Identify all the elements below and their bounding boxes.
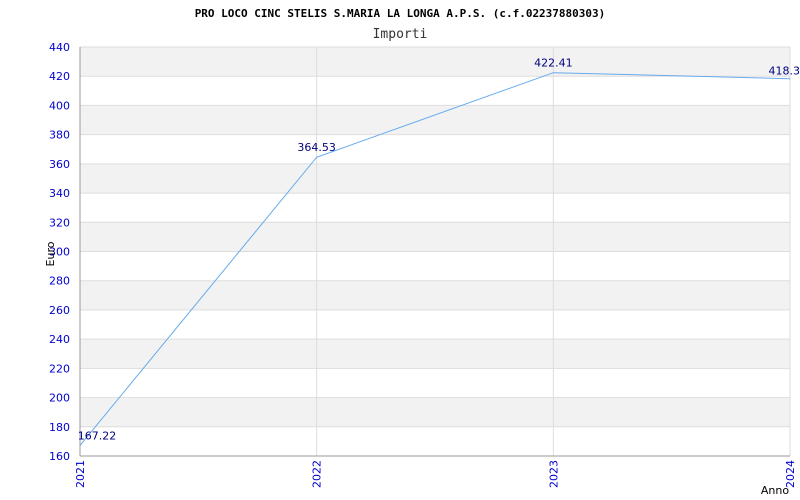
grid-band xyxy=(80,47,790,77)
data-point xyxy=(316,156,318,158)
grid-band xyxy=(80,163,790,194)
grid-band xyxy=(80,339,790,369)
y-tick-label: 240 xyxy=(49,333,70,346)
data-label: 418.3 xyxy=(769,65,800,78)
y-tick-label: 340 xyxy=(49,187,70,200)
y-tick-label: 320 xyxy=(49,216,70,229)
chart: PRO LOCO CINC STELIS S.MARIA LA LONGA A.… xyxy=(44,7,800,497)
x-tick-label: 2022 xyxy=(311,460,324,488)
data-point xyxy=(79,444,81,446)
data-label: 422.41 xyxy=(534,57,573,70)
data-point xyxy=(789,78,791,80)
chart-title: PRO LOCO CINC STELIS S.MARIA LA LONGA A.… xyxy=(195,7,606,20)
data-label: 167.22 xyxy=(78,429,117,442)
y-axis-label: Euro xyxy=(44,241,57,266)
y-tick-label: 360 xyxy=(49,158,70,171)
data-point xyxy=(552,72,554,74)
grid-band xyxy=(80,280,790,310)
y-tick-label: 420 xyxy=(49,70,70,83)
x-axis-ticks: 2021 2022 2023 2024 xyxy=(74,460,797,488)
y-tick-label: 260 xyxy=(49,304,70,317)
y-tick-label: 220 xyxy=(49,362,70,375)
x-tick-label: 2021 xyxy=(74,460,87,488)
grid-band xyxy=(80,222,790,252)
x-axis-label: Anno xyxy=(761,484,789,497)
y-tick-label: 200 xyxy=(49,392,70,405)
y-tick-label: 400 xyxy=(49,99,70,112)
data-label: 364.53 xyxy=(297,141,336,154)
grid-band xyxy=(80,105,790,135)
x-tick-label: 2023 xyxy=(547,460,560,488)
y-tick-label: 440 xyxy=(49,41,70,54)
chart-subtitle: Importi xyxy=(373,27,428,42)
y-tick-label: 380 xyxy=(49,129,70,142)
grid-bands xyxy=(80,47,790,427)
y-tick-label: 180 xyxy=(49,421,70,434)
y-tick-label: 160 xyxy=(49,450,70,463)
y-tick-label: 280 xyxy=(49,275,70,288)
grid-band xyxy=(80,397,790,427)
